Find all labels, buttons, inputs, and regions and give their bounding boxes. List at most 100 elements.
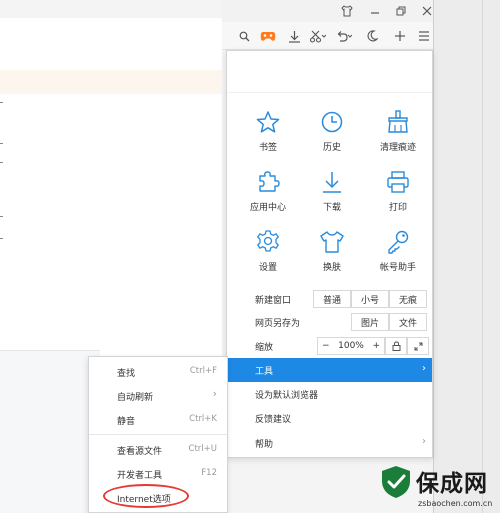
grid-label: 书签: [258, 143, 277, 153]
zoom-in-button[interactable]: +: [372, 341, 380, 351]
grid-label: 帐号助手: [379, 263, 416, 273]
zoom-row: 缩放 − 100% +: [227, 334, 432, 357]
zoom-control: − 100% +: [317, 337, 385, 355]
grid-item-history[interactable]: 历史: [304, 109, 360, 161]
watermark: 保成网 zsbaochen.com.cn: [376, 462, 500, 513]
chevron-right-icon: ›: [422, 436, 426, 447]
broom-icon: [388, 110, 408, 133]
browser-toolbar: [222, 22, 433, 50]
key-icon: [388, 230, 409, 254]
save-as-file-button[interactable]: 文件: [389, 313, 427, 331]
grid-item-settings[interactable]: 设置: [240, 229, 296, 281]
menu-item-feedback[interactable]: 反馈建议: [227, 406, 432, 430]
menu-item-set-default-browser[interactable]: 设为默认浏览器: [227, 382, 432, 406]
submenu-item-label: 开发者工具: [117, 471, 163, 481]
grid-label: 下载: [322, 203, 341, 213]
watermark-url: zsbaochen.com.cn: [418, 499, 493, 508]
shortcut-text: Ctrl+F: [189, 366, 217, 376]
grid-label: 打印: [388, 203, 407, 213]
undo-icon[interactable]: [336, 28, 352, 44]
page-edge-mark: [0, 102, 3, 103]
download-icon[interactable]: [286, 28, 302, 44]
shortcut-text: Ctrl+U: [188, 444, 217, 454]
submenu-item-developer-tools[interactable]: 开发者工具 F12: [89, 461, 227, 485]
window-title-bar: [222, 0, 433, 22]
new-window-incognito-button[interactable]: 无痕: [389, 290, 427, 308]
grid-label: 设置: [258, 263, 277, 273]
new-window-small-button[interactable]: 小号: [351, 290, 389, 308]
menu-item-tools[interactable]: 工具 ›: [227, 358, 432, 382]
star-icon: [256, 111, 280, 133]
game-icon[interactable]: [260, 28, 276, 44]
page-edge-mark: [0, 238, 3, 239]
grid-item-account-assistant[interactable]: 帐号助手: [370, 229, 426, 281]
grid-item-bookmarks[interactable]: 书签: [240, 109, 296, 161]
grid-item-print[interactable]: 打印: [370, 169, 426, 221]
menu-item-label: 反馈建议: [255, 415, 292, 425]
page-edge-mark: [0, 216, 3, 217]
grid-item-clear-traces[interactable]: 清理痕迹: [370, 109, 426, 161]
minimize-icon[interactable]: [368, 4, 382, 18]
gear-icon: [257, 230, 279, 252]
fullscreen-icon[interactable]: [407, 337, 429, 355]
chevron-right-icon: ›: [212, 387, 217, 400]
grid-label: 历史: [322, 143, 341, 153]
clock-icon: [321, 111, 343, 133]
menu-item-label: 帮助: [255, 440, 274, 450]
menu-header-area: [227, 51, 432, 93]
new-window-row: 新建窗口 普通 小号 无痕: [227, 287, 432, 310]
save-page-label: 网页另存为: [255, 319, 301, 329]
search-icon[interactable]: [236, 28, 252, 44]
grid-item-skin[interactable]: 换肤: [304, 229, 360, 281]
submenu-item-label: 查看源文件: [117, 447, 163, 457]
grid-item-downloads[interactable]: 下载: [304, 169, 360, 221]
grid-label: 应用中心: [249, 203, 286, 213]
lock-icon[interactable]: [385, 337, 407, 355]
skin-shirt-icon[interactable]: [340, 4, 354, 18]
menu-icon[interactable]: [416, 28, 432, 44]
submenu-item-auto-refresh[interactable]: 自动刷新 ›: [89, 383, 227, 407]
chevron-right-icon: ›: [422, 363, 426, 374]
shield-icon: [382, 466, 410, 498]
shortcut-text: F12: [201, 468, 217, 478]
moon-icon[interactable]: [364, 28, 380, 44]
puzzle-icon: [259, 171, 280, 192]
submenu-item-mute[interactable]: 静音 Ctrl+K: [89, 407, 227, 431]
menu-item-label: 设为默认浏览器: [255, 391, 319, 401]
zoom-value: 100%: [338, 341, 364, 351]
page-edge-mark: [0, 143, 3, 144]
menu-item-help[interactable]: 帮助 ›: [227, 431, 432, 455]
browser-main-menu: 书签 历史 清理痕迹 应用中心 下载 打印 设置 换肤 帐号助手 新建窗口 普通…: [226, 50, 433, 458]
plus-icon[interactable]: [392, 28, 408, 44]
save-as-image-button[interactable]: 图片: [351, 313, 389, 331]
download-arrow-icon: [323, 172, 341, 193]
grid-label: 换肤: [322, 263, 341, 273]
watermark-title: 保成网: [416, 471, 488, 497]
scissors-icon[interactable]: [310, 28, 326, 44]
page-edge-mark: [0, 162, 3, 163]
printer-icon: [387, 171, 409, 193]
submenu-item-label: 静音: [117, 417, 136, 427]
webpage-lower-panel: [0, 350, 100, 513]
save-page-row: 网页另存为 图片 文件: [227, 310, 432, 333]
webpage-banner-strip: [0, 70, 222, 94]
submenu-item-label: 自动刷新: [117, 393, 154, 403]
window-scrollbar-area[interactable]: [433, 0, 500, 513]
shortcut-text: Ctrl+K: [189, 414, 217, 424]
restore-icon[interactable]: [394, 4, 408, 18]
new-window-normal-button[interactable]: 普通: [313, 290, 351, 308]
submenu-item-view-source[interactable]: 查看源文件 Ctrl+U: [89, 437, 227, 461]
highlight-annotation: [103, 484, 189, 508]
submenu-divider: [89, 434, 227, 435]
zoom-label: 缩放: [255, 343, 274, 353]
new-window-label: 新建窗口: [255, 296, 292, 306]
grid-label: 清理痕迹: [379, 143, 416, 153]
grid-item-app-center[interactable]: 应用中心: [240, 169, 296, 221]
tshirt-icon: [320, 231, 344, 253]
divider: [482, 0, 483, 513]
menu-item-label: 工具: [255, 367, 274, 377]
submenu-item-label: 查找: [117, 369, 136, 379]
submenu-item-find[interactable]: 查找 Ctrl+F: [89, 359, 227, 383]
zoom-out-button[interactable]: −: [322, 341, 330, 351]
close-icon[interactable]: [420, 4, 434, 18]
